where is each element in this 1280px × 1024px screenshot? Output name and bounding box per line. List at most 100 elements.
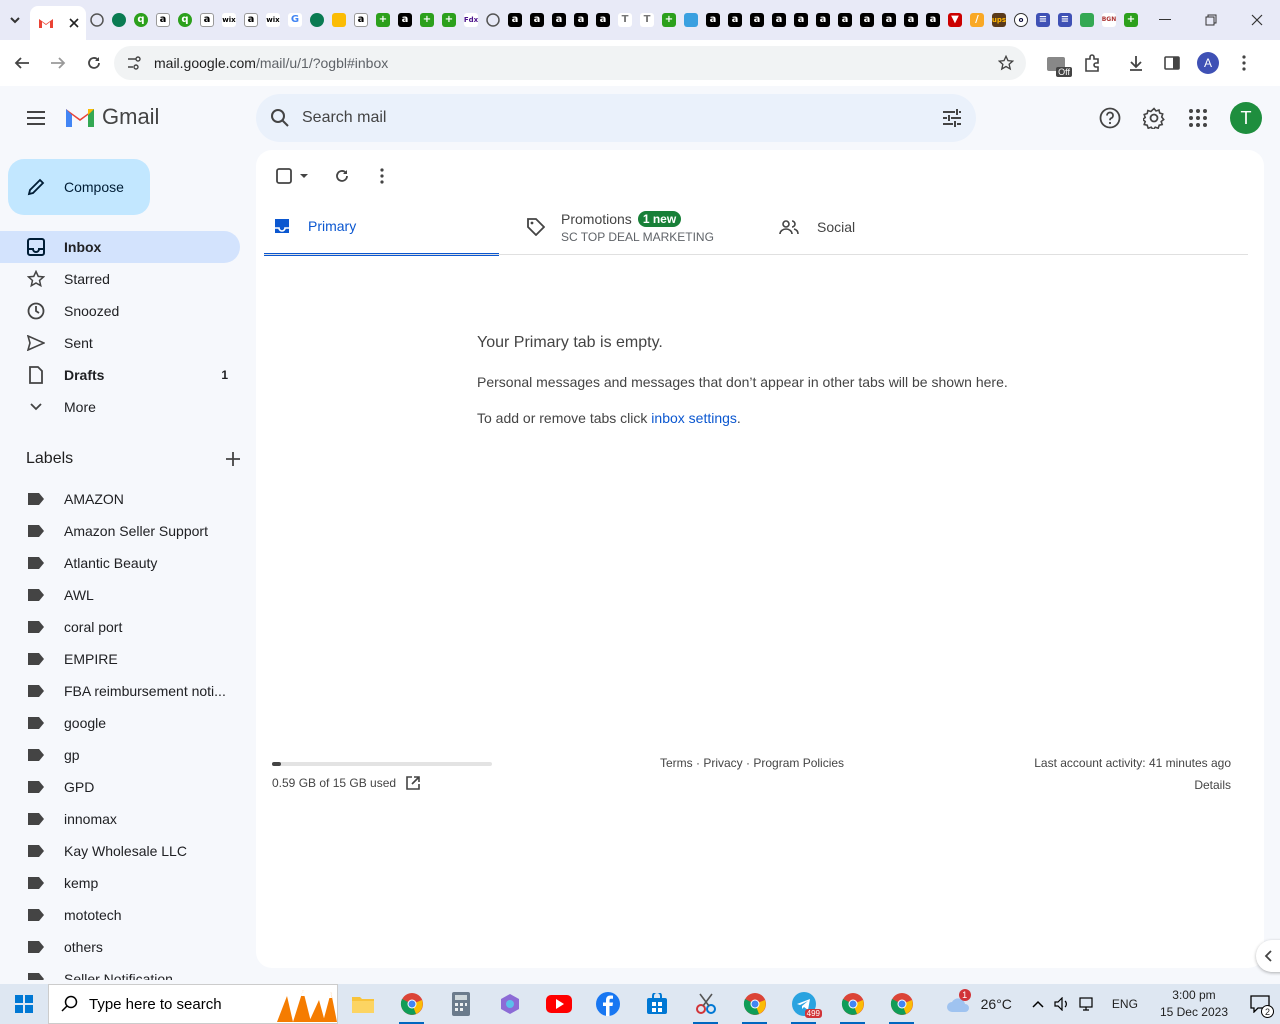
- browser-menu-icon[interactable]: [1226, 45, 1262, 81]
- tab-amazon-3[interactable]: a: [240, 6, 262, 34]
- search-input[interactable]: [302, 109, 942, 127]
- tab-amazon-14[interactable]: a: [768, 6, 790, 34]
- tab-gmail[interactable]: [30, 6, 86, 40]
- tab-amazon-10[interactable]: a: [592, 6, 614, 34]
- search-icon[interactable]: [270, 108, 290, 128]
- tab-promotions[interactable]: Promotions 1 new SC TOP DEAL MARKETING: [509, 198, 759, 256]
- tab-tlogo-2[interactable]: T: [636, 6, 658, 34]
- label-item[interactable]: mototech: [0, 899, 240, 931]
- forward-arrow-icon[interactable]: [40, 45, 76, 81]
- copilot-icon[interactable]: [485, 984, 534, 1024]
- network-icon[interactable]: [1074, 984, 1102, 1024]
- label-item[interactable]: FBA reimbursement noti...: [0, 675, 240, 707]
- tab-amazon-19[interactable]: a: [878, 6, 900, 34]
- calculator-icon[interactable]: [436, 984, 485, 1024]
- minimize-icon[interactable]: [1142, 0, 1188, 40]
- tab-qb[interactable]: q: [130, 6, 152, 34]
- side-panel-toggle[interactable]: [1256, 940, 1280, 972]
- tab-amazon-9[interactable]: a: [570, 6, 592, 34]
- tab-stamp[interactable]: o: [1010, 6, 1032, 34]
- tray-chevron-up-icon[interactable]: [1026, 984, 1050, 1024]
- account-avatar[interactable]: T: [1226, 98, 1266, 138]
- reload-icon[interactable]: [76, 45, 112, 81]
- tab-wix[interactable]: wix: [218, 6, 240, 34]
- speaker-icon[interactable]: [1050, 984, 1074, 1024]
- chrome-profile-3-icon[interactable]: [828, 984, 877, 1024]
- chrome-profile-2-icon[interactable]: [730, 984, 779, 1024]
- youtube-icon[interactable]: [534, 984, 583, 1024]
- tab-clover-2[interactable]: [306, 6, 328, 34]
- nav-starred[interactable]: Starred: [0, 263, 240, 295]
- tab-fedex[interactable]: Fdx: [460, 6, 482, 34]
- tab-amazon-7[interactable]: a: [526, 6, 548, 34]
- label-item[interactable]: innomax: [0, 803, 240, 835]
- tab-amazon-16[interactable]: a: [812, 6, 834, 34]
- chrome-profile-4-icon[interactable]: [877, 984, 926, 1024]
- tab-amazon-17[interactable]: a: [834, 6, 856, 34]
- select-all-checkbox[interactable]: [272, 162, 312, 190]
- inbox-settings-link[interactable]: inbox settings: [651, 410, 737, 426]
- tab-plus-green[interactable]: +: [372, 6, 394, 34]
- telegram-icon[interactable]: 499: [779, 984, 828, 1024]
- tab-amazon-20[interactable]: a: [900, 6, 922, 34]
- terms-link[interactable]: Terms: [660, 756, 693, 770]
- label-item[interactable]: AWL: [0, 579, 240, 611]
- extension-off-icon[interactable]: Off: [1038, 45, 1074, 81]
- label-item[interactable]: Seller Notification: [0, 963, 240, 980]
- restore-icon[interactable]: [1188, 0, 1234, 40]
- tab-globe[interactable]: [86, 6, 108, 34]
- address-bar[interactable]: mail.google.com/mail/u/1/?ogbl#inbox: [114, 46, 1026, 80]
- label-item[interactable]: Atlantic Beauty: [0, 547, 240, 579]
- facebook-icon[interactable]: [583, 984, 632, 1024]
- label-item[interactable]: google: [0, 707, 240, 739]
- close-tab-icon[interactable]: [68, 18, 79, 28]
- extensions-puzzle-icon[interactable]: [1074, 45, 1110, 81]
- label-item[interactable]: kemp: [0, 867, 240, 899]
- more-actions-icon[interactable]: [368, 162, 396, 190]
- compose-button[interactable]: Compose: [8, 159, 150, 215]
- clock[interactable]: 3:00 pm 15 Dec 2023: [1160, 987, 1228, 1021]
- gmail-logo[interactable]: Gmail: [64, 104, 159, 130]
- label-item[interactable]: Kay Wholesale LLC: [0, 835, 240, 867]
- label-item[interactable]: GPD: [0, 771, 240, 803]
- tab-qb-2[interactable]: q: [174, 6, 196, 34]
- tab-wix-2[interactable]: wix: [262, 6, 284, 34]
- tab-list[interactable]: ≡: [1032, 6, 1054, 34]
- main-menu-icon[interactable]: [16, 98, 56, 138]
- tab-clover[interactable]: [108, 6, 130, 34]
- windows-start-icon[interactable]: [0, 984, 48, 1024]
- tab-plus-green-4[interactable]: +: [658, 6, 680, 34]
- tab-amazon-15[interactable]: a: [790, 6, 812, 34]
- tab-search-chevron-icon[interactable]: [0, 5, 30, 35]
- tab-amazon-18[interactable]: a: [856, 6, 878, 34]
- privacy-link[interactable]: Privacy: [703, 756, 742, 770]
- tab-plus-green-3[interactable]: +: [438, 6, 460, 34]
- tab-amazon-8[interactable]: a: [548, 6, 570, 34]
- help-icon[interactable]: [1090, 98, 1130, 138]
- label-item[interactable]: EMPIRE: [0, 643, 240, 675]
- side-panel-icon[interactable]: [1154, 45, 1190, 81]
- google-apps-icon[interactable]: [1178, 98, 1218, 138]
- tab-social[interactable]: Social: [761, 198, 1011, 256]
- profile-avatar[interactable]: A: [1190, 45, 1226, 81]
- tab-amazon-6[interactable]: a: [504, 6, 526, 34]
- tab-amazon-11[interactable]: a: [702, 6, 724, 34]
- bookmark-star-icon[interactable]: [998, 55, 1014, 71]
- language-indicator[interactable]: ENG: [1112, 997, 1138, 1011]
- search-options-icon[interactable]: [942, 109, 962, 127]
- tab-bgnx[interactable]: BGN: [1098, 6, 1120, 34]
- nav-drafts[interactable]: Drafts 1: [0, 359, 240, 391]
- tab-ups[interactable]: ups: [988, 6, 1010, 34]
- nav-more[interactable]: More: [0, 391, 240, 423]
- nav-sent[interactable]: Sent: [0, 327, 240, 359]
- settings-gear-icon[interactable]: [1134, 98, 1174, 138]
- details-link[interactable]: Details: [1034, 778, 1231, 792]
- nav-snoozed[interactable]: Snoozed: [0, 295, 240, 327]
- label-item[interactable]: others: [0, 931, 240, 963]
- taskbar-search[interactable]: Type here to search: [48, 984, 338, 1024]
- program-policies-link[interactable]: Program Policies: [753, 756, 844, 770]
- tab-cloud[interactable]: [680, 6, 702, 34]
- tab-amazon-13[interactable]: a: [746, 6, 768, 34]
- open-in-new-icon[interactable]: [406, 776, 420, 790]
- tab-amazon-4[interactable]: a: [350, 6, 372, 34]
